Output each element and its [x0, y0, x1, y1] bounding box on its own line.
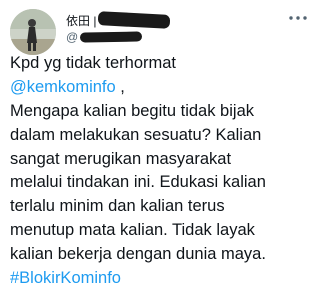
author-display-name[interactable]: 依田 | — [66, 12, 96, 29]
tweet-line: terlalu minim dan kalian terus — [10, 197, 225, 216]
mention-suffix: , — [115, 77, 125, 96]
mention-link[interactable]: @kemkominfo — [10, 78, 116, 96]
redaction-mark — [98, 11, 171, 29]
author-handle[interactable]: @ — [66, 30, 78, 44]
tweet-line: sangat merugikan masyarakat — [10, 149, 232, 168]
tweet-header: 依田 | @ — [0, 0, 320, 55]
tweet-line: @kemkominfo , — [10, 76, 315, 100]
tweet-line: Mengapa kalian begitu tidak bijak — [10, 101, 254, 120]
tweet-line: #BlokirKominfo — [10, 267, 315, 291]
tweet-line: menutup mata kalian. Tidak layak — [10, 221, 255, 240]
avatar[interactable] — [10, 9, 56, 55]
tweet-line: Kpd yg tidak terhormat — [10, 54, 176, 72]
more-options-button[interactable] — [284, 10, 312, 26]
redaction-mark — [80, 31, 143, 43]
tweet-line: melalui tindakan ini. Edukasi kalian — [10, 173, 266, 192]
avatar-photo — [10, 9, 56, 55]
hashtag-link[interactable]: #BlokirKominfo — [10, 269, 121, 287]
author-handle-row[interactable]: @ — [66, 29, 143, 45]
tweet-line: dalam melakukan sesuatu? Kalian — [10, 125, 262, 144]
more-horizontal-icon — [289, 16, 307, 20]
tweet-line: kalian bekerja dengan dunia maya. — [10, 245, 266, 264]
author-name-row[interactable]: 依田 | — [66, 11, 171, 29]
tweet-text: Kpd yg tidak terhormat @kemkominfo , Men… — [10, 52, 315, 291]
